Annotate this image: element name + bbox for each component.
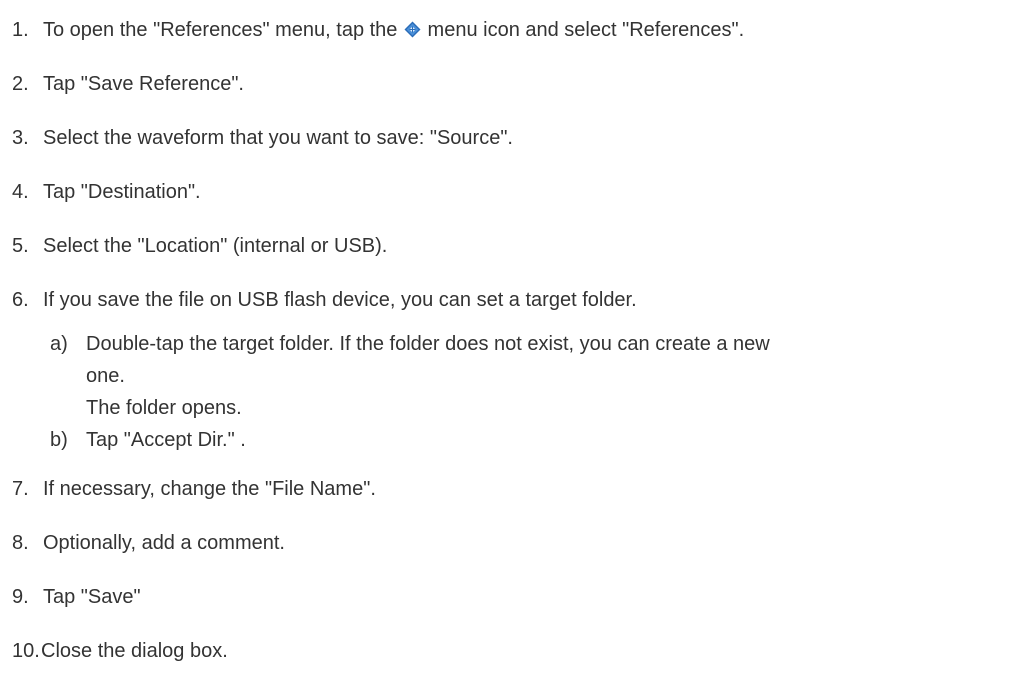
substep-text: Tap "Accept Dir." .	[86, 429, 246, 451]
step-text: Tap "Save"	[43, 586, 141, 608]
step-4: 4. Tap "Destination".	[12, 181, 1012, 204]
step-number: 5.	[12, 235, 29, 257]
step-number: 1.	[12, 19, 29, 41]
step-2: 2. Tap "Save Reference".	[12, 73, 1012, 96]
step-number: 6.	[12, 289, 29, 311]
step-6: 6. If you save the file on USB flash devi…	[12, 289, 1012, 312]
step-9: 9. Tap "Save"	[12, 586, 1012, 609]
step-10: 10.Close the dialog box.	[12, 640, 1012, 663]
step-text: Close the dialog box.	[41, 640, 228, 662]
step-text: Select the waveform that you want to sav…	[43, 127, 513, 149]
step-8: 8. Optionally, add a comment.	[12, 532, 1012, 555]
step-text: Tap "Destination".	[43, 181, 201, 203]
step-number: 9.	[12, 586, 29, 608]
substep-text-continued: one.	[86, 365, 125, 387]
step-number: 4.	[12, 181, 29, 203]
step-text: If you save the file on USB flash device…	[43, 289, 637, 311]
step-text: Select the "Location" (internal or USB).	[43, 235, 388, 257]
step-text: If necessary, change the "File Name".	[43, 478, 376, 500]
step-1: 1. To open the "References" menu, tap the…	[12, 19, 1012, 42]
step-number: 3.	[12, 127, 29, 149]
step-text: To open the "References" menu, tap the	[43, 19, 403, 41]
substep-body: Double-tap the target folder. If the fol…	[86, 333, 1025, 429]
substep-text: Double-tap the target folder. If the fol…	[86, 333, 770, 355]
step-number: 10.	[12, 640, 40, 662]
substep-result: The folder opens.	[86, 397, 242, 419]
step-number: 7.	[12, 478, 29, 500]
step-text: Optionally, add a comment.	[43, 532, 285, 554]
step-number: 2.	[12, 73, 29, 95]
substep-letter: b)	[50, 429, 68, 451]
substep-body: Tap "Accept Dir." .	[86, 429, 1025, 461]
step-3: 3. Select the waveform that you want to s…	[12, 127, 1012, 150]
step-7: 7. If necessary, change the "File Name".	[12, 478, 1012, 501]
step-text-continued: menu icon and select "References".	[421, 19, 745, 41]
substep-a: a) Double-tap the target folder. If the …	[50, 333, 1020, 429]
procedure-page: 1. To open the "References" menu, tap the…	[0, 0, 1025, 679]
substep-letter: a)	[50, 333, 68, 355]
step-5: 5. Select the "Location" (internal or USB…	[12, 235, 1012, 258]
step-number: 8.	[12, 532, 29, 554]
menu-icon	[404, 21, 421, 38]
step-text: Tap "Save Reference".	[43, 73, 244, 95]
